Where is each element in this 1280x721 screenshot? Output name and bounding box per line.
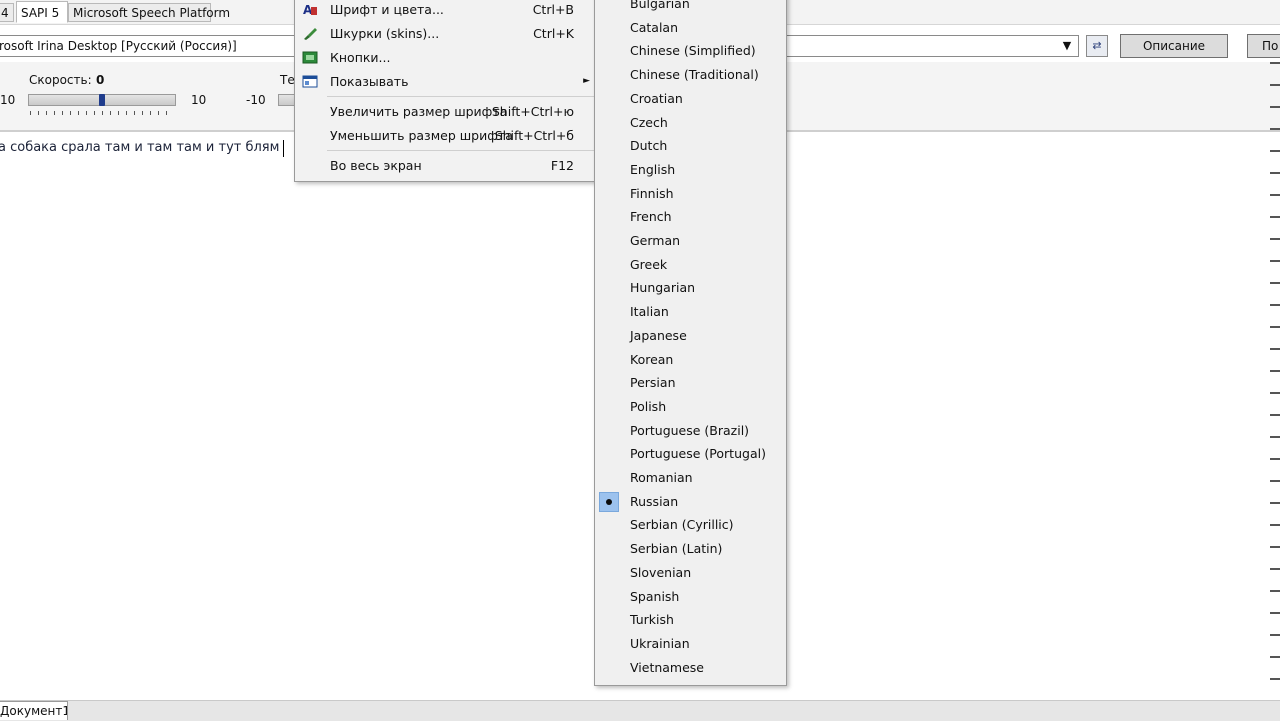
tab-microsoft-speech-platform[interactable]: Microsoft Speech Platform	[68, 3, 230, 22]
language-item-label: Portuguese (Brazil)	[630, 422, 750, 438]
language-item-croatian[interactable]: Croatian	[595, 88, 786, 110]
language-item-label: Turkish	[630, 612, 674, 628]
language-item-label: Korean	[630, 351, 674, 367]
menu-separator	[327, 150, 595, 151]
language-item-ukrainian[interactable]: Ukrainian	[595, 633, 786, 655]
language-item-label: Chinese (Traditional)	[630, 67, 759, 83]
language-item-italian[interactable]: Italian	[595, 301, 786, 323]
language-item-bulgarian[interactable]: Bulgarian	[595, 0, 786, 15]
tab-sapi5[interactable]: SAPI 5	[16, 1, 68, 23]
language-item-english[interactable]: English	[595, 159, 786, 181]
language-item-dutch[interactable]: Dutch	[595, 135, 786, 157]
language-item-label: Romanian	[630, 470, 693, 485]
language-item-serbian-latin[interactable]: Serbian (Latin)	[595, 538, 786, 560]
text-caret	[283, 140, 284, 157]
language-item-catalan[interactable]: Catalan	[595, 17, 786, 39]
language-item-label: Finnish	[630, 185, 674, 201]
language-item-label: Croatian	[630, 90, 683, 106]
speed-max-label: 10	[191, 93, 207, 107]
menu-item-skins[interactable]: Шкурки (skins)... Ctrl+K	[295, 23, 598, 45]
menu-item-decrease-font[interactable]: Уменьшить размер шрифта Shift+Ctrl+б	[295, 125, 598, 147]
skins-brush-icon	[302, 26, 318, 41]
language-item-romanian[interactable]: Romanian	[595, 467, 786, 489]
language-item-label: Russian	[630, 493, 679, 509]
language-item-label: Czech	[630, 114, 668, 130]
language-item-korean[interactable]: Korean	[595, 349, 786, 371]
language-item-russian[interactable]: Russian	[595, 491, 786, 513]
language-item-vietnamese[interactable]: Vietnamese	[595, 657, 786, 679]
submenu-arrow-icon: ►	[583, 76, 590, 86]
language-item-label: Slovenian	[630, 564, 692, 580]
menu-item-show[interactable]: Показывать ►	[295, 71, 598, 93]
language-item-german[interactable]: German	[595, 230, 786, 252]
language-item-turkish[interactable]: Turkish	[595, 609, 786, 631]
language-item-label: Portuguese (Portugal)	[630, 446, 766, 462]
menu-item-font-colors[interactable]: A Шрифт и цвета... Ctrl+B	[295, 0, 598, 21]
speed-min-label: 10	[0, 93, 16, 107]
language-item-french[interactable]: French	[595, 206, 786, 228]
language-item-label: Catalan	[630, 19, 679, 35]
editor-text[interactable]: а собака срала там и там там и тут блям	[0, 140, 279, 155]
voice-select-value: rosoft Irina Desktop [Русский (Россия)]	[0, 39, 237, 53]
language-item-label: Dutch	[630, 138, 668, 154]
window-show-icon	[302, 74, 318, 89]
language-item-hungarian[interactable]: Hungarian	[595, 277, 786, 299]
language-item-greek[interactable]: Greek	[595, 254, 786, 276]
language-item-label: German	[630, 233, 681, 248]
language-item-label: Persian	[630, 375, 676, 391]
menu-item-fullscreen[interactable]: Во весь экран F12	[295, 155, 598, 177]
language-item-label: Bulgarian	[630, 0, 690, 11]
tab-engine-4[interactable]: 4	[0, 3, 14, 22]
tempo-label: Те	[280, 73, 295, 87]
language-item-label: Japanese	[630, 327, 687, 343]
language-item-label: Greek	[630, 256, 668, 272]
speed-slider-ticks	[30, 111, 174, 115]
language-item-chinese-traditional[interactable]: Chinese (Traditional)	[595, 64, 786, 86]
language-item-label: English	[630, 161, 676, 177]
language-item-japanese[interactable]: Japanese	[595, 325, 786, 347]
language-item-label: French	[630, 209, 672, 225]
menu-separator	[327, 96, 595, 97]
language-item-slovenian[interactable]: Slovenian	[595, 562, 786, 584]
language-item-portuguese-brazil[interactable]: Portuguese (Brazil)	[595, 420, 786, 442]
menu-item-buttons[interactable]: Кнопки...	[295, 47, 598, 69]
language-item-persian[interactable]: Persian	[595, 372, 786, 394]
language-item-label: Italian	[630, 304, 669, 320]
language-item-label: Vietnamese	[630, 659, 704, 675]
language-item-czech[interactable]: Czech	[595, 112, 786, 134]
language-item-portuguese-portugal[interactable]: Portuguese (Portugal)	[595, 443, 786, 465]
tempo-min-label: -10	[246, 93, 266, 107]
language-item-chinese-simplified[interactable]: Chinese (Simplified)	[595, 40, 786, 62]
language-item-polish[interactable]: Polish	[595, 396, 786, 418]
vertical-ruler	[1270, 62, 1280, 698]
view-context-menu: A Шрифт и цвета... Ctrl+B Шкурки (skins)…	[294, 0, 599, 182]
speed-label: Скорость:	[29, 73, 92, 87]
language-item-finnish[interactable]: Finnish	[595, 183, 786, 205]
language-item-label: Spanish	[630, 588, 680, 604]
radio-bullet-icon	[599, 491, 619, 512]
document-tab-bar	[0, 700, 1280, 721]
language-item-label: Ukrainian	[630, 635, 690, 651]
buttons-icon	[302, 50, 318, 65]
language-item-spanish[interactable]: Spanish	[595, 586, 786, 608]
next-button[interactable]: По	[1247, 34, 1280, 58]
language-item-label: Serbian (Latin)	[630, 541, 723, 557]
language-item-label: Chinese (Simplified)	[630, 43, 756, 59]
language-item-label: Polish	[630, 398, 667, 414]
chevron-down-icon[interactable]: ▼	[1059, 37, 1075, 55]
language-item-serbian-cyrillic[interactable]: Serbian (Cyrillic)	[595, 514, 786, 536]
menu-item-increase-font[interactable]: Увеличить размер шрифта Shift+Ctrl+ю	[295, 101, 598, 123]
document-tab[interactable]: Документ1	[0, 701, 68, 720]
describe-button[interactable]: Описание	[1120, 34, 1228, 58]
swap-voice-button[interactable]: ⇄	[1086, 35, 1108, 57]
language-item-label: Serbian (Cyrillic)	[630, 517, 734, 533]
speed-slider-thumb[interactable]	[99, 94, 105, 106]
font-color-icon: A	[302, 2, 318, 17]
speed-value: 0	[96, 73, 105, 87]
language-item-label: Hungarian	[630, 280, 696, 296]
swap-icon: ⇄	[1092, 39, 1102, 52]
language-menu: Bulgarian Catalan Chinese (Simplified) Chin…	[594, 0, 787, 686]
